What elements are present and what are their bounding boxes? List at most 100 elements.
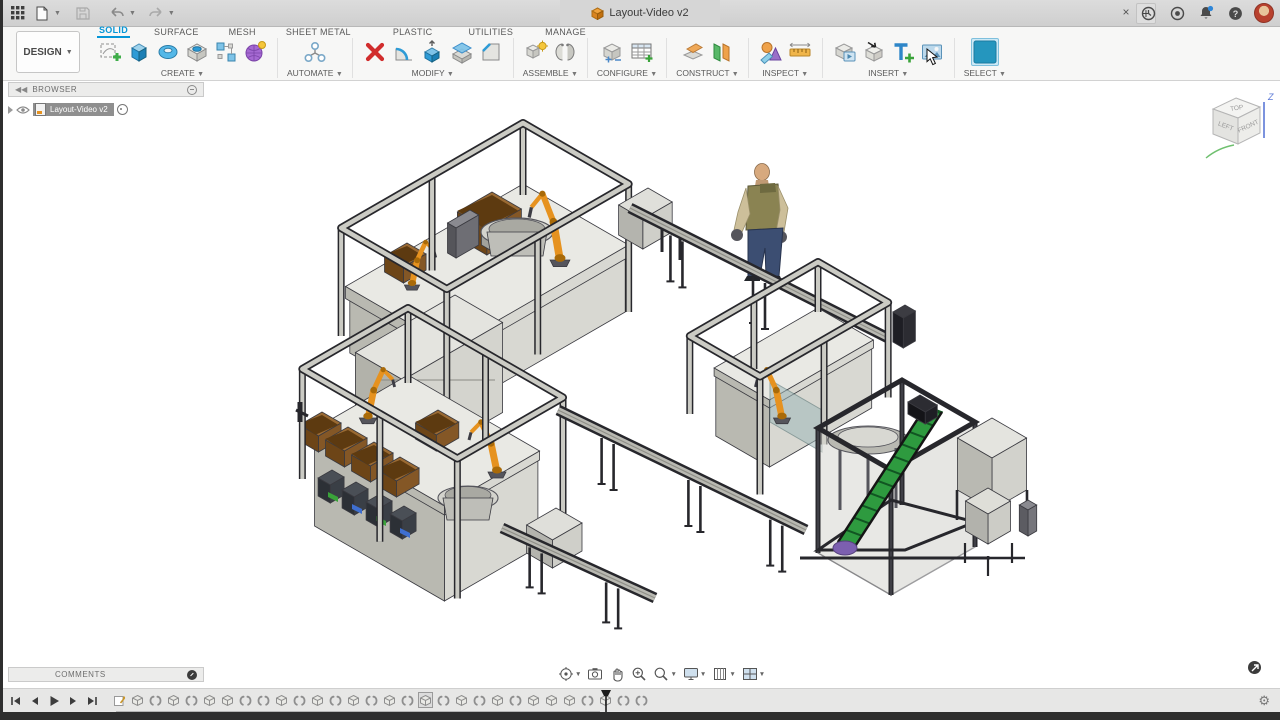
- timeline-feature-joint[interactable]: [292, 692, 307, 708]
- undo-caret[interactable]: ▼: [129, 10, 136, 17]
- factory-layout-model[interactable]: [296, 123, 1037, 628]
- timeline-feature-joint[interactable]: [580, 692, 595, 708]
- timeline-feature-component[interactable]: [202, 692, 217, 708]
- help-icon[interactable]: ?: [1225, 4, 1245, 22]
- feedback-icon[interactable]: [1248, 661, 1261, 674]
- timeline-feature-component[interactable]: [130, 692, 145, 708]
- tab-manage[interactable]: MANAGE: [543, 27, 588, 38]
- zoom-icon[interactable]: [631, 666, 647, 682]
- ribbon-group-label-automate[interactable]: AUTOMATE ▼: [287, 68, 343, 78]
- ruler-icon[interactable]: [787, 39, 813, 65]
- timeline-feature-joint[interactable]: [364, 692, 379, 708]
- tab-utilities[interactable]: UTILITIES: [466, 27, 515, 38]
- play-button[interactable]: [47, 695, 60, 708]
- timeline-feature-component[interactable]: [526, 692, 541, 708]
- chamfer-icon[interactable]: [478, 39, 504, 65]
- expand-arrow-icon[interactable]: [8, 106, 13, 114]
- timeline-feature-component[interactable]: [544, 692, 559, 708]
- file-menu-caret[interactable]: ▼: [54, 10, 61, 17]
- timeline-feature-joint[interactable]: [400, 692, 415, 708]
- ribbon-group-label-select[interactable]: SELECT ▼: [964, 68, 1006, 78]
- delete-icon[interactable]: [362, 39, 388, 65]
- redo-caret[interactable]: ▼: [168, 10, 175, 17]
- close-tab-icon[interactable]: ×: [1118, 4, 1134, 20]
- timeline-feature-component[interactable]: [166, 692, 181, 708]
- browser-panel-header[interactable]: ◀◀ BROWSER: [8, 82, 204, 97]
- timeline-feature-joint[interactable]: [616, 692, 631, 708]
- press-pull-icon[interactable]: [420, 39, 446, 65]
- grid-and-snaps-icon[interactable]: ▼: [712, 666, 735, 682]
- ribbon-group-label-inspect[interactable]: INSPECT ▼: [762, 68, 808, 78]
- configuration-icon[interactable]: [600, 39, 626, 65]
- timeline-position-marker[interactable]: [601, 690, 611, 712]
- split-body-icon[interactable]: [449, 39, 475, 65]
- pan-icon[interactable]: [609, 666, 625, 682]
- select-icon[interactable]: [971, 38, 999, 66]
- hole-icon[interactable]: [184, 39, 210, 65]
- avatar[interactable]: [1254, 3, 1274, 23]
- insert-mesh-icon[interactable]: [861, 39, 887, 65]
- go-to-start-button[interactable]: [9, 695, 22, 708]
- ribbon-group-label-insert[interactable]: INSERT ▼: [868, 68, 908, 78]
- model-canvas[interactable]: [0, 80, 1280, 670]
- step-forward-button[interactable]: [66, 695, 79, 708]
- extensions-icon[interactable]: [1167, 4, 1187, 22]
- measure-icon[interactable]: [758, 39, 784, 65]
- job-status-icon[interactable]: [1138, 4, 1158, 22]
- timeline-feature-component[interactable]: [454, 692, 469, 708]
- tab-surface[interactable]: SURFACE: [152, 27, 201, 38]
- browser-root-row[interactable]: Layout-Video v2: [8, 103, 204, 116]
- timeline-feature-joint[interactable]: [238, 692, 253, 708]
- file-menu-icon[interactable]: [32, 4, 52, 22]
- visibility-eye-icon[interactable]: [16, 105, 30, 115]
- revolve-icon[interactable]: [155, 39, 181, 65]
- tab-plastic[interactable]: PLASTIC: [391, 27, 435, 38]
- go-to-end-button[interactable]: [85, 695, 98, 708]
- fit-icon[interactable]: ▼: [653, 666, 676, 682]
- viewports-icon[interactable]: ▼: [742, 666, 765, 682]
- comments-expand-icon[interactable]: [187, 670, 197, 680]
- timeline-feature-joint[interactable]: [634, 692, 649, 708]
- timeline-feature-joint[interactable]: [328, 692, 343, 708]
- view-cube[interactable]: TOP LEFT FRONT Z: [1198, 86, 1274, 166]
- step-back-button[interactable]: [28, 695, 41, 708]
- joint-icon[interactable]: [552, 39, 578, 65]
- configuration-table-icon[interactable]: [629, 39, 655, 65]
- ribbon-group-label-assemble[interactable]: ASSEMBLE ▼: [523, 68, 578, 78]
- undo-icon[interactable]: [107, 4, 127, 22]
- orbit-icon[interactable]: ▼: [558, 666, 581, 682]
- tab-mesh[interactable]: MESH: [227, 27, 258, 38]
- display-settings-icon[interactable]: ▼: [683, 666, 706, 682]
- timeline-feature-component[interactable]: [346, 692, 361, 708]
- panel-minimize-icon[interactable]: [187, 85, 197, 95]
- tab-solid[interactable]: SOLID: [97, 25, 130, 38]
- timeline-feature-joint[interactable]: [148, 692, 163, 708]
- automate-icon[interactable]: [302, 39, 328, 65]
- tab-sheet-metal[interactable]: SHEET METAL: [284, 27, 353, 38]
- save-icon[interactable]: [73, 4, 93, 22]
- ribbon-group-label-configure[interactable]: CONFIGURE ▼: [597, 68, 657, 78]
- insert-text-icon[interactable]: [890, 39, 916, 65]
- timeline-feature-component[interactable]: [274, 692, 289, 708]
- timeline-feature-component[interactable]: [310, 692, 325, 708]
- timeline-feature-component[interactable]: [382, 692, 397, 708]
- timeline-feature-sketch[interactable]: [112, 692, 127, 708]
- ribbon-group-label-create[interactable]: CREATE ▼: [161, 68, 204, 78]
- timeline-feature-joint[interactable]: [508, 692, 523, 708]
- create-sketch-icon[interactable]: [97, 39, 123, 65]
- workspace-selector[interactable]: DESIGN ▼: [16, 31, 80, 73]
- fillet-icon[interactable]: [391, 39, 417, 65]
- collapse-left-icon[interactable]: ◀◀: [15, 85, 27, 94]
- extrude-icon[interactable]: [126, 39, 152, 65]
- notifications-icon[interactable]: [1196, 4, 1216, 22]
- app-grid-icon[interactable]: [8, 4, 28, 22]
- insert-derive-icon[interactable]: [832, 39, 858, 65]
- new-component-icon[interactable]: [523, 39, 549, 65]
- timeline-feature-joint[interactable]: [436, 692, 451, 708]
- timeline-feature-joint[interactable]: [184, 692, 199, 708]
- timeline-settings-gear-icon[interactable]: ⚙: [1258, 693, 1270, 709]
- pattern-icon[interactable]: [213, 39, 239, 65]
- timeline-feature-component[interactable]: [220, 692, 235, 708]
- browser-item-root[interactable]: Layout-Video v2: [33, 103, 114, 116]
- construction-plane-icon[interactable]: [680, 39, 706, 65]
